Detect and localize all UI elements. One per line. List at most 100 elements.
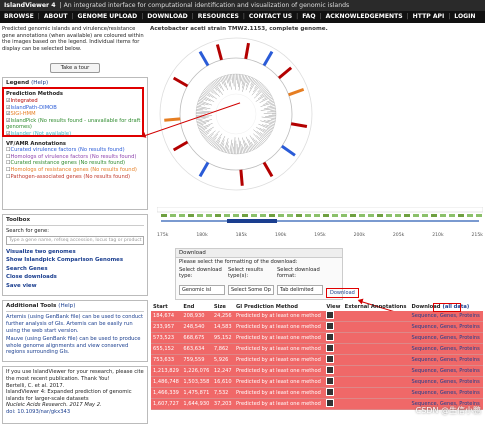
table-row[interactable]: 573,523668,67595,152Predicted by at leas… [151, 333, 483, 344]
download-button[interactable]: Download [326, 288, 359, 298]
download-format-select[interactable]: Tab delimited [277, 285, 323, 295]
table-row[interactable]: 1,213,8291,226,07612,247Predicted by at … [151, 366, 483, 377]
island-marker[interactable] [264, 52, 272, 66]
island-marker[interactable] [241, 170, 242, 186]
nav-item-contact-us[interactable]: CONTACT US [245, 11, 296, 23]
toolbox-link[interactable]: Close downloads [6, 273, 144, 282]
view-icon[interactable] [326, 399, 334, 407]
nav-item-download[interactable]: DOWNLOAD [143, 11, 192, 23]
nav-item-login[interactable]: LOGIN [450, 11, 479, 23]
island-marker[interactable] [279, 68, 291, 78]
download-links[interactable]: Sequence, Genes, Proteins [412, 335, 480, 341]
cell-method: Predicted by at least one method [234, 322, 324, 333]
additional-tools-list: Artemis (using GenBank file) can be used… [6, 314, 144, 356]
cell-view [324, 311, 342, 322]
download-links[interactable]: Sequence, Genes, Proteins [412, 379, 480, 385]
download-type-label: Select download type: [179, 267, 223, 280]
island-marker[interactable] [174, 142, 188, 150]
cell-view [324, 344, 342, 355]
island-marker[interactable] [282, 146, 295, 155]
island-marker[interactable] [217, 44, 221, 59]
cell-view [324, 333, 342, 344]
nav-item-resources[interactable]: RESOURCES [194, 11, 243, 23]
vf-amr-item[interactable]: ☐Curated resistance genes (No results fo… [6, 160, 144, 167]
download-links[interactable]: Sequence, Genes, Proteins [412, 313, 480, 319]
download-links[interactable]: Sequence, Genes, Proteins [412, 368, 480, 374]
nav-item-about[interactable]: ABOUT [40, 11, 72, 23]
toolbox-link[interactable]: Save view [6, 282, 144, 291]
vf-amr-item[interactable]: ☐Homologs of virulence factors (No resul… [6, 154, 144, 161]
island-marker[interactable] [289, 89, 304, 94]
view-icon[interactable] [326, 311, 334, 319]
gene-search-input[interactable]: Type a gene name, refseq accession, locu… [6, 236, 144, 245]
results-type-select[interactable]: Select Some Op [228, 285, 274, 295]
cell-method: Predicted by at least one method [234, 399, 324, 410]
view-icon[interactable] [326, 344, 334, 352]
legend-help-link[interactable]: (Help) [31, 80, 48, 86]
view-icon[interactable] [326, 322, 334, 330]
download-links[interactable]: Sequence, Genes, Proteins [412, 324, 480, 330]
cell-size: 7,862 [212, 344, 234, 355]
nav-item-browse[interactable]: BROWSE [0, 11, 38, 23]
nav-item-http-api[interactable]: HTTP API [409, 11, 449, 23]
linear-tick-label: 215k [472, 233, 483, 238]
toolbox-link[interactable]: Visualize two genomes [6, 248, 144, 257]
download-links[interactable]: Sequence, Genes, Proteins [412, 357, 480, 363]
table-row[interactable]: 184,674208,93024,256Predicted by at leas… [151, 311, 483, 322]
app-logo[interactable]: IslandViewer 4 [4, 2, 56, 9]
linear-tick-label: 190k [275, 233, 286, 238]
legend-title: Legend [6, 80, 29, 86]
toolbox-link[interactable]: Show Islandpick Comparison Genomes [6, 256, 144, 265]
toolbox-title: Toolbox [6, 217, 144, 223]
island-marker[interactable] [164, 119, 180, 120]
download-prompt: Please select the formatting of the down… [176, 258, 342, 267]
vf-amr-label: Homologs of resistance genes (No results… [10, 167, 136, 173]
cell-download: Sequence, Genes, Proteins [410, 388, 483, 399]
download-links[interactable]: Sequence, Genes, Proteins [412, 390, 480, 396]
table-row[interactable]: 1,486,7481,503,35816,610Predicted by at … [151, 377, 483, 388]
view-icon[interactable] [326, 366, 334, 374]
circular-genome-plot[interactable] [157, 34, 315, 194]
citation-doi[interactable]: doi: 10.1093/nar/gkx343 [6, 409, 144, 416]
view-icon[interactable] [326, 388, 334, 396]
additional-tools-help-link[interactable]: (Help) [58, 303, 75, 309]
table-row[interactable]: 233,957248,54014,583Predicted by at leas… [151, 322, 483, 333]
table-row[interactable]: 1,466,3391,475,8717,532Predicted by at l… [151, 388, 483, 399]
cell-start: 1,607,727 [151, 399, 181, 410]
additional-tool-item[interactable]: Mauve (using GenBank file) can be used t… [6, 336, 144, 356]
table-row[interactable]: 655,152663,6347,862Predicted by at least… [151, 344, 483, 355]
linear-genome-track[interactable] [157, 207, 483, 231]
view-icon[interactable] [326, 355, 334, 363]
take-tour-button[interactable]: Take a tour [50, 63, 101, 73]
cell-method: Predicted by at least one method [234, 377, 324, 388]
toolbox-links: Visualize two genomesShow Islandpick Com… [6, 248, 144, 291]
results-type-label: Select results type(s): [228, 267, 272, 280]
toolbox-link[interactable]: Search Genes [6, 265, 144, 274]
column-header: External Annotations [343, 303, 410, 311]
island-marker[interactable] [246, 43, 249, 59]
linear-tick-label: 185k [236, 233, 247, 238]
nav-item-acknowledgements[interactable]: ACKNOWLEDGEMENTS [322, 11, 407, 23]
nav-item-genome-upload[interactable]: GENOME UPLOAD [74, 11, 142, 23]
table-row[interactable]: 753,633759,5595,926Predicted by at least… [151, 355, 483, 366]
cell-external-annotations [343, 377, 410, 388]
additional-tool-item[interactable]: Artemis (using GenBank file) can be used… [6, 314, 144, 334]
island-marker[interactable] [200, 162, 208, 176]
view-icon[interactable] [326, 333, 334, 341]
vf-amr-item[interactable]: ☐Curated virulence factors (No results f… [6, 147, 144, 154]
cell-view [324, 322, 342, 333]
view-icon[interactable] [326, 377, 334, 385]
nav-item-faq[interactable]: FAQ [298, 11, 319, 23]
cell-method: Predicted by at least one method [234, 366, 324, 377]
vf-amr-list: ☐Curated virulence factors (No results f… [6, 147, 144, 180]
island-marker[interactable] [174, 78, 188, 86]
download-links[interactable]: Sequence, Genes, Proteins [412, 346, 480, 352]
island-marker[interactable] [264, 162, 272, 176]
island-marker[interactable] [291, 124, 307, 127]
download-type-select[interactable]: Genomic isl [179, 285, 225, 295]
vf-amr-label: Pathogen-associated genes (No results fo… [10, 174, 130, 180]
cell-end: 1,226,076 [181, 366, 211, 377]
vf-amr-item[interactable]: ☐Homologs of resistance genes (No result… [6, 167, 144, 174]
vf-amr-item[interactable]: ☐Pathogen-associated genes (No results f… [6, 174, 144, 181]
island-marker[interactable] [200, 52, 208, 66]
